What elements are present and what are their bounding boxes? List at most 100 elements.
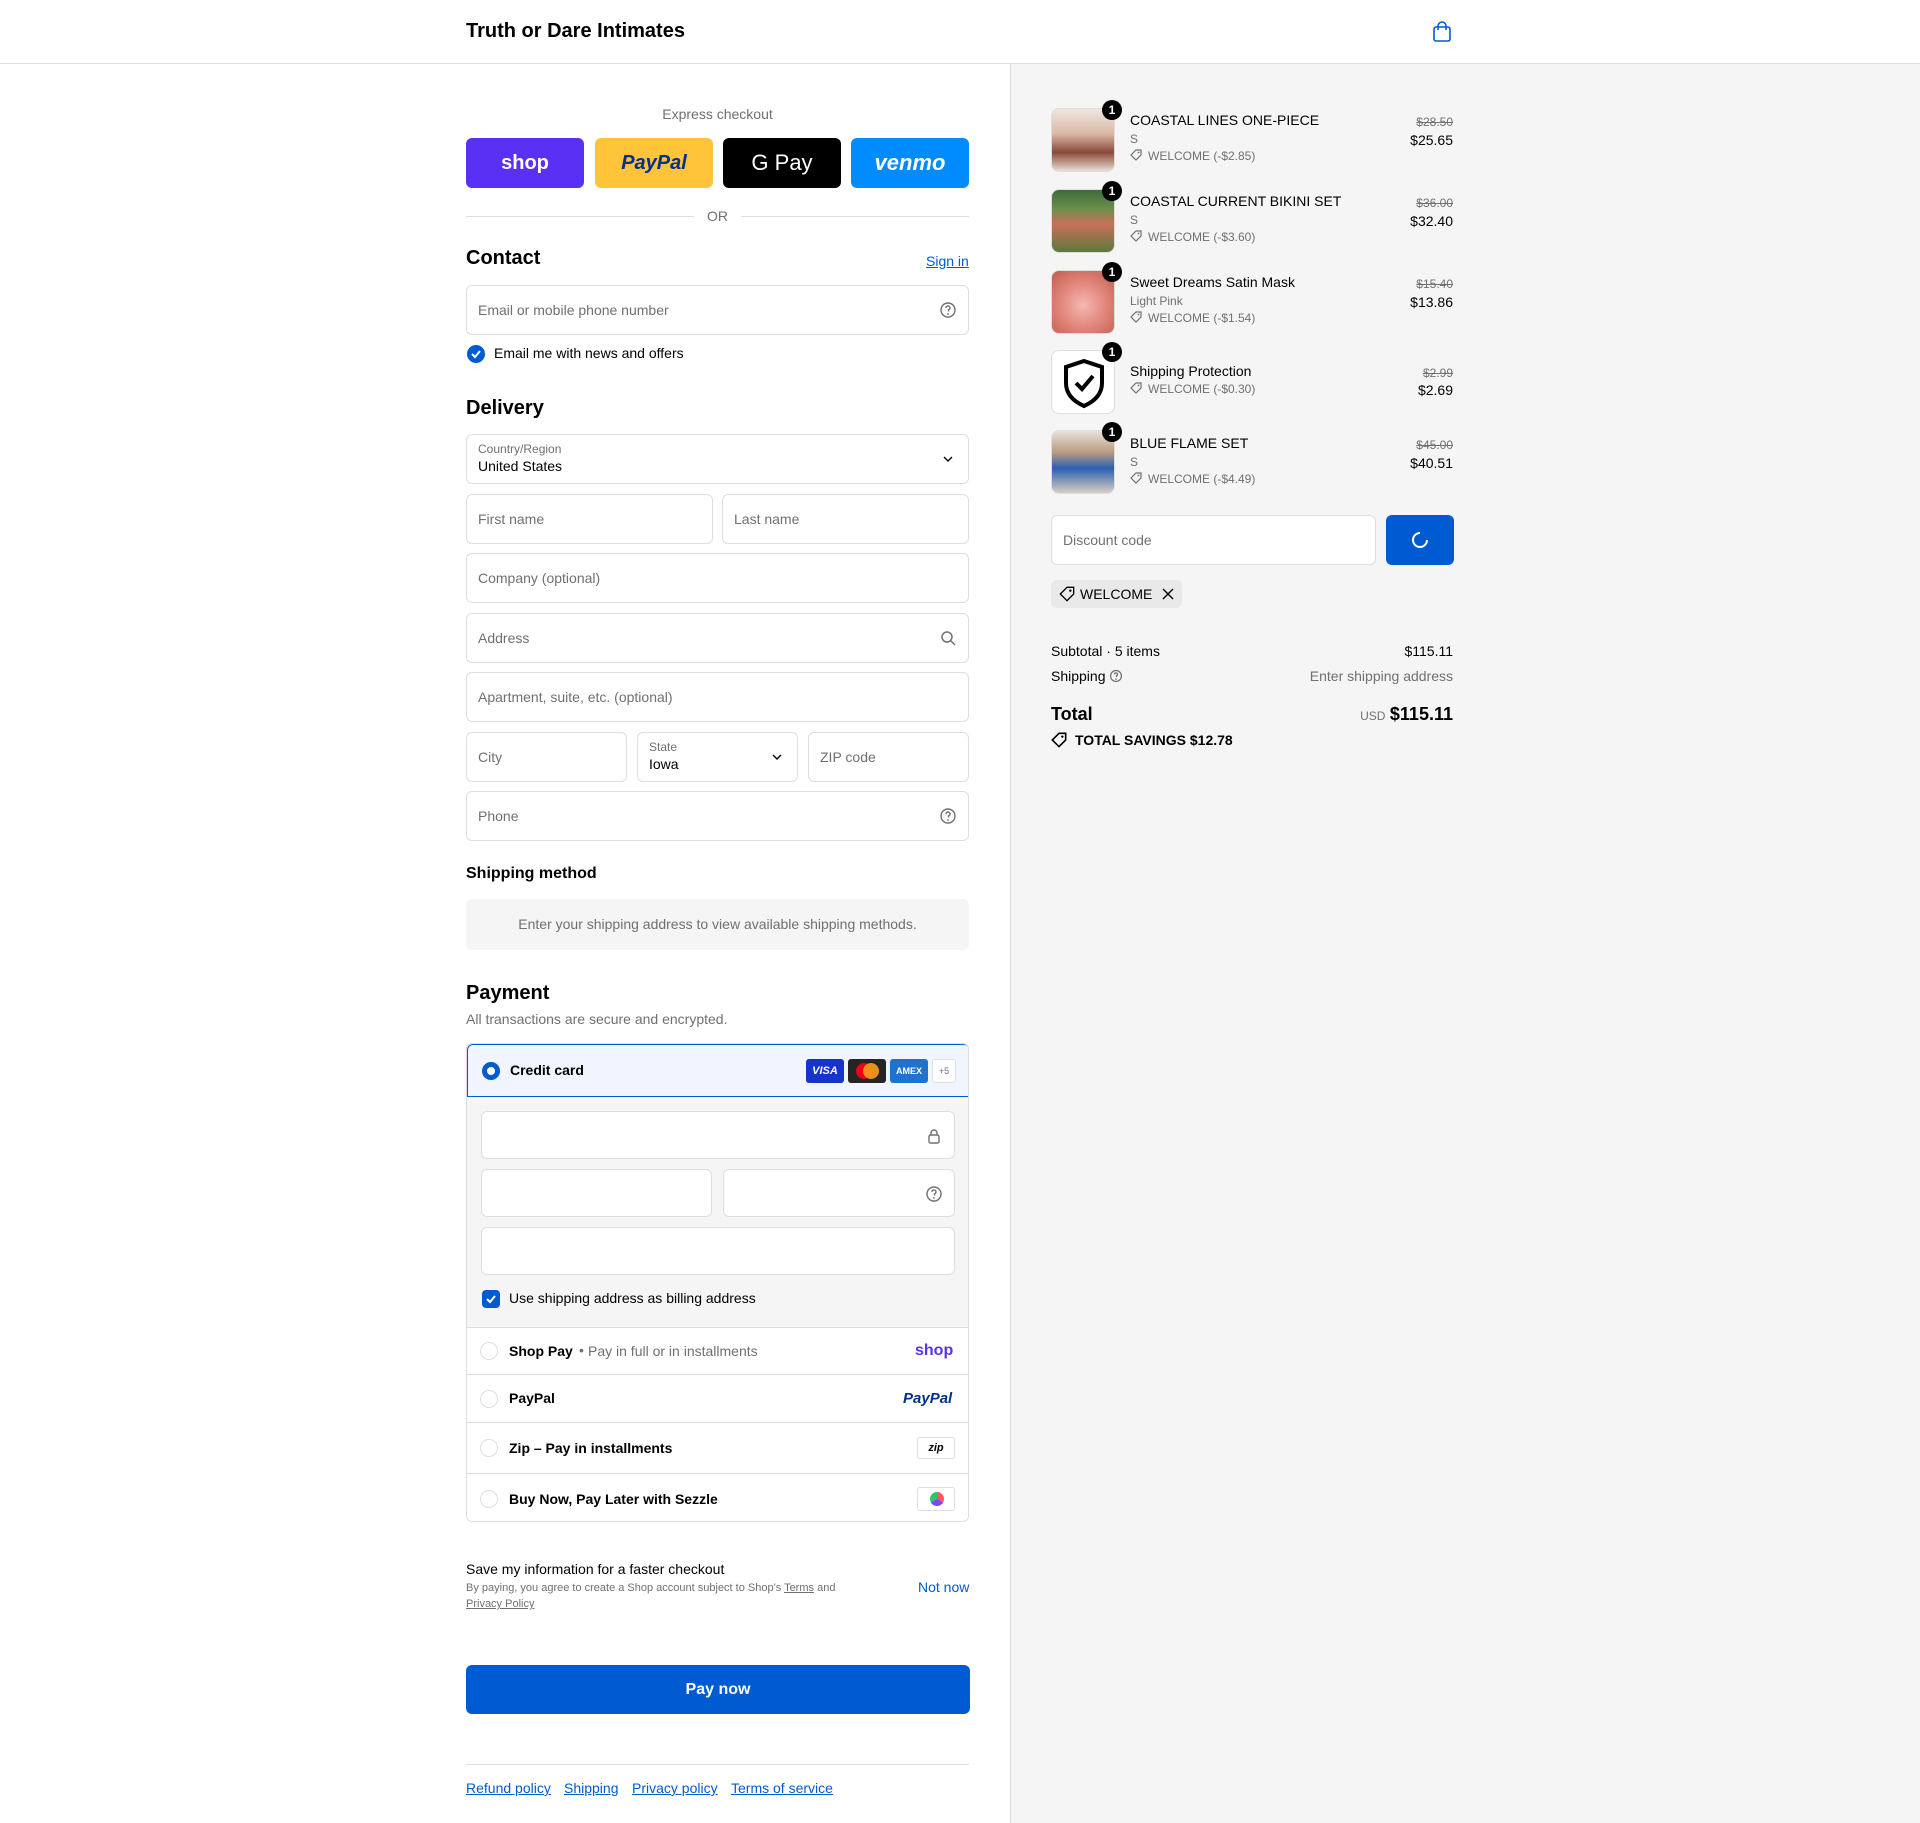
applied-discount-code: WELCOME (1080, 586, 1153, 602)
help-circle-icon[interactable] (939, 301, 957, 319)
header: Truth or Dare Intimates (0, 0, 1920, 64)
zip-field[interactable]: ZIP code (808, 732, 969, 782)
shopping-bag-icon[interactable] (1431, 21, 1453, 43)
company-field[interactable]: Company (optional) (466, 553, 969, 603)
apply-discount-button[interactable] (1386, 515, 1454, 565)
shop-pay-logo: shop (915, 1342, 954, 1359)
address-field[interactable]: Address (466, 613, 969, 663)
address-placeholder: Address (478, 630, 530, 646)
item-discount: WELCOME (-$3.60) (1148, 230, 1256, 244)
paypal-option[interactable]: PayPal PayPal (467, 1375, 968, 1423)
card-number-field[interactable] (481, 1111, 955, 1159)
lock-icon (928, 1129, 940, 1144)
express-checkout-title: Express checkout (662, 106, 773, 122)
store-name[interactable]: Truth or Dare Intimates (466, 20, 685, 43)
pay-now-button[interactable]: Pay now (466, 1665, 970, 1714)
credit-card-option[interactable]: Credit card VISA AMEX +5 (467, 1044, 968, 1097)
last-name-field[interactable]: Last name (722, 494, 969, 544)
item-price: $40.51 (1410, 455, 1453, 471)
zip-label: Zip – Pay in installments (509, 1440, 673, 1456)
city-field[interactable]: City (466, 732, 627, 782)
sezzle-radio[interactable] (480, 1490, 498, 1508)
shop-privacy-link[interactable]: Privacy Policy (466, 1598, 534, 1610)
item-original-price: $15.40 (1416, 277, 1453, 291)
item-discount: WELCOME (-$0.30) (1148, 382, 1256, 396)
credit-card-radio[interactable] (482, 1062, 500, 1080)
item-discount: WELCOME (-$2.85) (1148, 149, 1256, 163)
total-savings: TOTAL SAVINGS $12.78 (1075, 732, 1233, 748)
paypal-express-button[interactable]: PayPal (595, 138, 713, 188)
save-info-text: By paying, you agree to create a Shop ac… (466, 1580, 866, 1612)
not-now-link[interactable]: Not now (918, 1579, 969, 1595)
item-discount: WELCOME (-$4.49) (1148, 472, 1256, 486)
paypal-radio[interactable] (480, 1390, 498, 1408)
venmo-express-button[interactable]: venmo (851, 138, 969, 188)
first-name-field[interactable]: First name (466, 494, 713, 544)
shop-pay-radio[interactable] (480, 1342, 498, 1360)
apartment-placeholder: Apartment, suite, etc. (optional) (478, 689, 673, 705)
help-circle-icon[interactable] (925, 1185, 943, 1203)
quantity-badge: 1 (1102, 262, 1122, 282)
phone-field[interactable]: Phone (466, 791, 969, 841)
total-value: USD $115.11 (1253, 704, 1453, 725)
card-expiry-field[interactable] (481, 1169, 712, 1217)
sign-in-link[interactable]: Sign in (926, 253, 969, 269)
or-divider: OR (466, 208, 969, 224)
sezzle-option[interactable]: Buy Now, Pay Later with Sezzle (467, 1474, 968, 1521)
or-text: OR (707, 208, 728, 224)
payment-subtitle: All transactions are secure and encrypte… (466, 1011, 728, 1027)
currency-code: USD (1360, 709, 1386, 723)
quantity-badge: 1 (1102, 100, 1122, 120)
zip-radio[interactable] (480, 1439, 498, 1457)
item-variant: S (1130, 213, 1139, 227)
apartment-field[interactable]: Apartment, suite, etc. (optional) (466, 672, 969, 722)
card-cvv-field[interactable] (723, 1169, 955, 1217)
discount-code-field[interactable]: Discount code (1051, 515, 1376, 565)
save-info-title: Save my information for a faster checkou… (466, 1561, 725, 1577)
state-select[interactable]: State Iowa (637, 732, 798, 782)
billing-address-label[interactable]: Use shipping address as billing address (509, 1290, 756, 1306)
google-pay-express-button[interactable]: G Pay (723, 138, 841, 188)
line-item: 1 COASTAL CURRENT BIKINI SET S WELCOME (… (1051, 181, 1453, 255)
terms-of-service-link[interactable]: Terms of service (731, 1780, 833, 1796)
shop-pay-option[interactable]: Shop Pay • Pay in full or in installment… (467, 1328, 968, 1375)
news-offers-label[interactable]: Email me with news and offers (494, 345, 684, 361)
billing-address-checkbox[interactable] (482, 1290, 500, 1308)
tag-icon (1130, 230, 1142, 242)
total-label: Total (1051, 704, 1093, 724)
item-original-price: $28.50 (1416, 115, 1453, 129)
item-original-price: $36.00 (1416, 196, 1453, 210)
refund-policy-link[interactable]: Refund policy (466, 1780, 551, 1796)
item-name: Shipping Protection (1130, 363, 1252, 379)
item-price: $25.65 (1410, 132, 1453, 148)
google-pay-logo: G Pay (751, 150, 813, 175)
paypal-logo: PayPal (621, 151, 687, 174)
shipping-policy-link[interactable]: Shipping (564, 1780, 619, 1796)
credit-card-label: Credit card (510, 1062, 584, 1078)
payment-methods: Credit card VISA AMEX +5 Use shipping ad… (466, 1043, 969, 1522)
pay-now-label: Pay now (685, 1681, 751, 1698)
news-offers-checkbox[interactable] (467, 345, 485, 363)
tag-icon (1130, 311, 1142, 323)
help-circle-icon[interactable] (1109, 669, 1123, 683)
total-amount: $115.11 (1389, 704, 1453, 724)
sezzle-logo-icon (917, 1487, 955, 1511)
zip-logo: zip (917, 1437, 955, 1459)
help-circle-icon[interactable] (939, 807, 957, 825)
discount-code-placeholder: Discount code (1063, 532, 1152, 548)
shop-pay-express-button[interactable]: shop (466, 138, 584, 188)
privacy-policy-link[interactable]: Privacy policy (632, 1780, 718, 1796)
shop-terms-link[interactable]: Terms (784, 1582, 814, 1594)
item-name: COASTAL LINES ONE-PIECE (1130, 112, 1320, 128)
zip-placeholder: ZIP code (820, 749, 876, 765)
amex-icon: AMEX (890, 1059, 928, 1083)
item-name: Sweet Dreams Satin Mask (1130, 274, 1295, 290)
contact-heading: Contact (466, 247, 541, 269)
email-field[interactable]: Email or mobile phone number (466, 285, 969, 335)
shipping-value: Enter shipping address (1309, 668, 1453, 684)
zip-option[interactable]: Zip – Pay in installments zip (467, 1423, 968, 1474)
line-item: 1 Sweet Dreams Satin Mask Light Pink WEL… (1051, 262, 1453, 336)
country-select[interactable]: Country/Region United States (466, 434, 969, 484)
card-name-field[interactable] (481, 1227, 955, 1275)
close-icon[interactable] (1161, 587, 1175, 601)
